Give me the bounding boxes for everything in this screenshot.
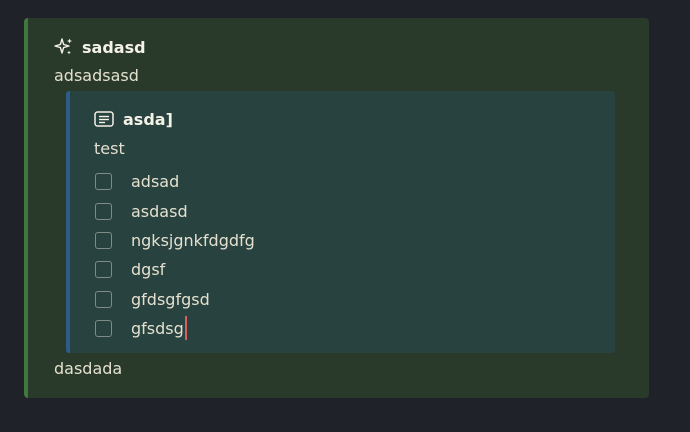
outer-callout-text[interactable]: adsadsasd bbox=[54, 66, 139, 85]
task-label[interactable]: dgsf bbox=[131, 260, 165, 279]
task-label[interactable]: asdasd bbox=[131, 202, 188, 221]
inner-callout-title: asda] bbox=[123, 109, 173, 129]
sparkle-icon bbox=[54, 37, 74, 57]
task-item: gfdsgfgsd bbox=[95, 285, 255, 314]
task-checkbox[interactable] bbox=[95, 173, 112, 191]
task-item: adsad bbox=[95, 167, 255, 196]
task-label[interactable]: gfdsgfgsd bbox=[131, 290, 210, 309]
task-checkbox[interactable] bbox=[95, 261, 112, 279]
task-label[interactable]: gfsdsg bbox=[131, 319, 184, 338]
outer-callout-title: sadasd bbox=[82, 37, 146, 57]
text-cursor bbox=[184, 315, 187, 340]
inner-callout-text[interactable]: test bbox=[94, 139, 125, 158]
task-list: adsad asdasd ngksjgnkfdgdfg dgsf gfdsgfg… bbox=[95, 167, 255, 343]
outer-callout-text[interactable]: dasdada bbox=[54, 359, 122, 378]
task-checkbox[interactable] bbox=[95, 320, 112, 338]
task-item: asdasd bbox=[95, 196, 255, 225]
task-label[interactable]: adsad bbox=[131, 172, 179, 191]
task-item: ngksjgnkfdgdfg bbox=[95, 226, 255, 255]
task-item: dgsf bbox=[95, 255, 255, 284]
inner-callout: asda] test adsad asdasd ngksjgnkfdgdfg d… bbox=[66, 91, 615, 353]
note-icon bbox=[94, 110, 114, 128]
task-label[interactable]: ngksjgnkfdgdfg bbox=[131, 231, 255, 250]
inner-callout-header[interactable]: asda] bbox=[94, 108, 173, 130]
task-item: gfsdsg bbox=[95, 314, 255, 343]
task-checkbox[interactable] bbox=[95, 202, 112, 220]
task-checkbox[interactable] bbox=[95, 290, 112, 308]
task-checkbox[interactable] bbox=[95, 231, 112, 249]
outer-callout-header[interactable]: sadasd bbox=[54, 36, 146, 58]
outer-callout: sadasd adsadsasd asda] test adsad asdasd… bbox=[24, 18, 649, 398]
